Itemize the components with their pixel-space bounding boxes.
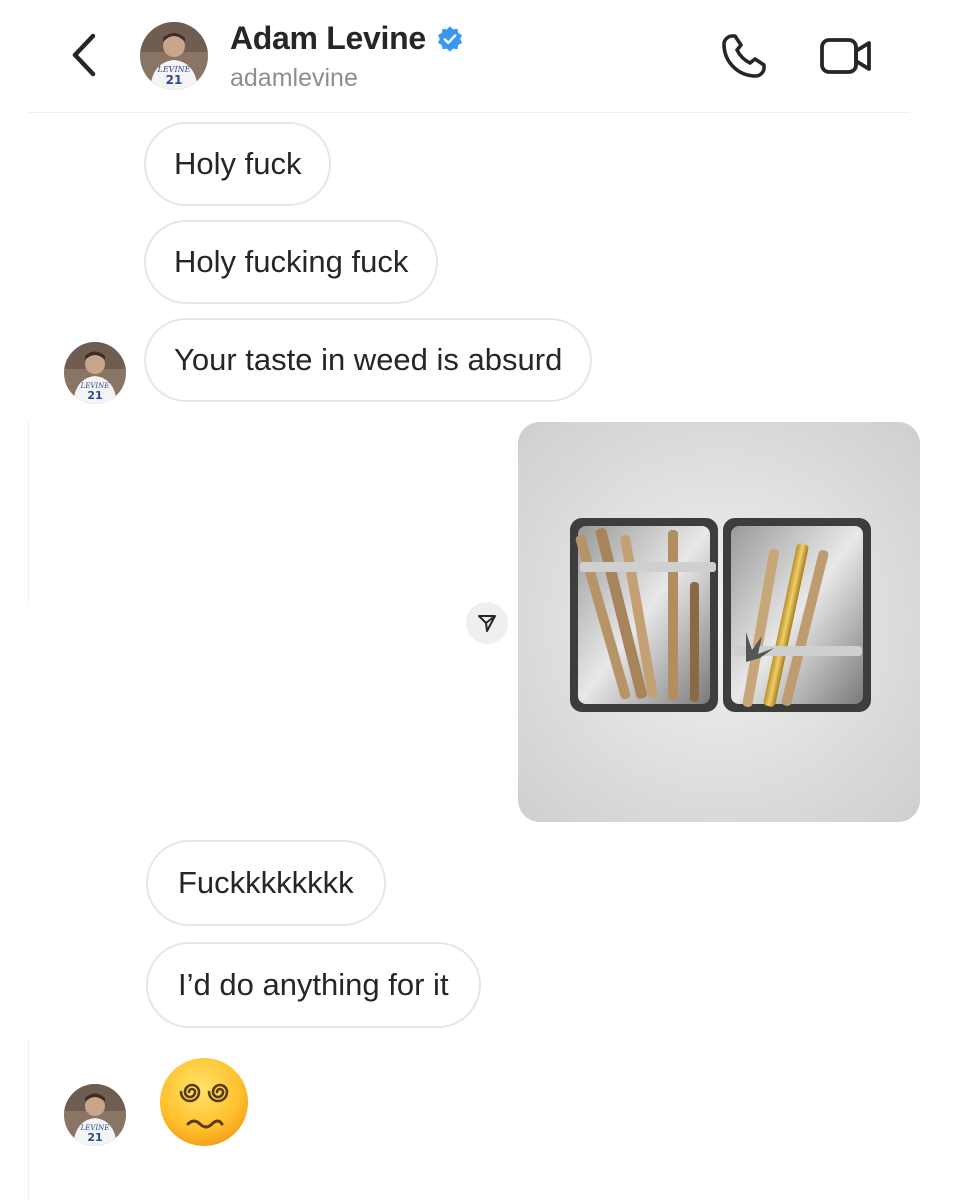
- video-camera-icon: [820, 38, 871, 74]
- shared-photo[interactable]: [518, 422, 920, 822]
- svg-text:21: 21: [166, 73, 183, 87]
- edge-line: [28, 420, 29, 605]
- video-call-button[interactable]: [818, 32, 874, 80]
- svg-text:21: 21: [87, 389, 102, 402]
- back-button[interactable]: [60, 28, 108, 82]
- send-icon: [478, 615, 496, 632]
- edge-line: [28, 1040, 29, 1200]
- chat-header: LEVINE 21 Adam Levine adamlevine: [0, 0, 960, 112]
- svg-text:21: 21: [87, 1131, 102, 1144]
- verified-badge-icon: [437, 25, 462, 52]
- contact-handle: adamlevine: [230, 64, 358, 92]
- message-bubble[interactable]: Holy fuck: [144, 122, 332, 206]
- message-bubble[interactable]: Your taste in weed is absurd: [144, 318, 593, 402]
- phone-icon: [722, 34, 766, 78]
- header-avatar[interactable]: LEVINE 21: [140, 22, 208, 90]
- share-button[interactable]: [466, 602, 508, 644]
- cigarette-case-image: [518, 422, 920, 822]
- sender-avatar[interactable]: LEVINE 21: [64, 342, 126, 404]
- emoji-message[interactable]: 😵‍💫: [156, 1054, 252, 1150]
- chevron-left-icon: [72, 33, 96, 77]
- dizzy-face-emoji: [160, 1058, 248, 1146]
- message-bubble[interactable]: Holy fucking fuck: [144, 220, 439, 304]
- sender-avatar[interactable]: LEVINE 21: [64, 1084, 126, 1146]
- header-divider: [28, 112, 910, 113]
- message-bubble[interactable]: Fuckkkkkkkk: [146, 840, 386, 926]
- message-bubble[interactable]: I’d do anything for it: [146, 942, 481, 1028]
- contact-name: Adam Levine: [230, 20, 426, 56]
- audio-call-button[interactable]: [718, 30, 770, 82]
- header-name-row[interactable]: Adam Levine: [230, 20, 464, 57]
